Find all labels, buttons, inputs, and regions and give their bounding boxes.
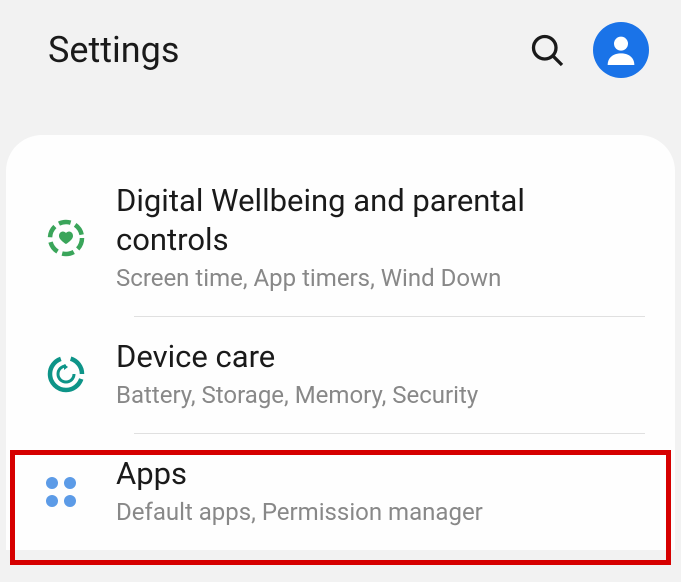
settings-list: Digital Wellbeing and parental controls … [6, 135, 675, 550]
item-title: Digital Wellbeing and parental controls [116, 182, 645, 260]
item-text: Device care Battery, Storage, Memory, Se… [116, 338, 645, 411]
settings-item-digital-wellbeing[interactable]: Digital Wellbeing and parental controls … [6, 160, 675, 316]
header-actions [529, 22, 649, 78]
item-title: Device care [116, 338, 645, 377]
apps-icon [46, 477, 116, 507]
search-icon[interactable] [529, 32, 565, 68]
item-title: Apps [116, 455, 645, 494]
wellbeing-icon [46, 218, 116, 258]
page-title: Settings [48, 29, 179, 71]
item-subtitle: Battery, Storage, Memory, Security [116, 379, 645, 411]
settings-item-apps[interactable]: Apps Default apps, Permission manager [6, 433, 675, 550]
item-subtitle: Default apps, Permission manager [116, 496, 645, 528]
account-icon[interactable] [593, 22, 649, 78]
settings-header: Settings [0, 0, 681, 100]
device-care-icon [46, 354, 116, 394]
settings-item-device-care[interactable]: Device care Battery, Storage, Memory, Se… [6, 316, 675, 433]
item-text: Digital Wellbeing and parental controls … [116, 182, 645, 294]
item-text: Apps Default apps, Permission manager [116, 455, 645, 528]
item-subtitle: Screen time, App timers, Wind Down [116, 262, 645, 294]
